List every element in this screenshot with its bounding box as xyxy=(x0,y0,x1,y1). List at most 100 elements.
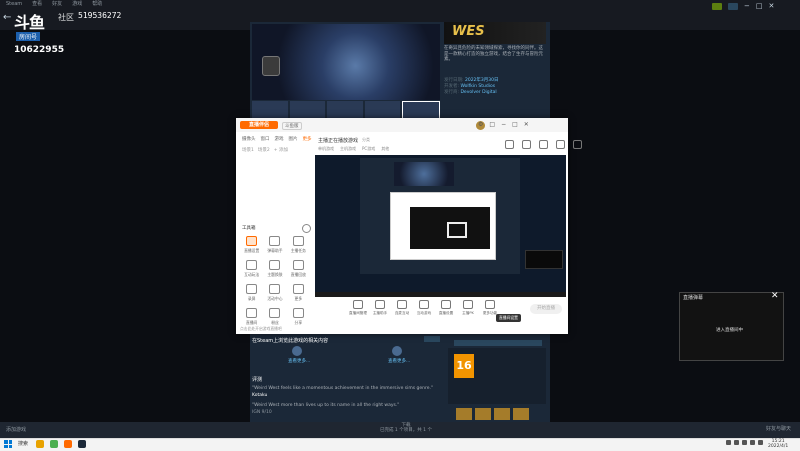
room-category[interactable]: 分类 xyxy=(362,137,370,143)
meta-value[interactable]: Wolfkin Studios xyxy=(460,84,495,89)
system-tray xyxy=(726,440,763,445)
toolbox-item[interactable]: 互动玩法 xyxy=(240,260,263,278)
volume-icon[interactable] xyxy=(750,440,755,445)
start-live-button[interactable]: 开始直播 xyxy=(530,304,562,314)
maximize-icon[interactable]: □ xyxy=(756,2,763,10)
minimize-icon[interactable]: − xyxy=(744,2,750,10)
link-icon[interactable] xyxy=(573,140,582,149)
menu-item[interactable]: 帮助 xyxy=(92,0,102,9)
gift-icon[interactable] xyxy=(505,140,514,149)
related-game-thumb[interactable] xyxy=(475,408,491,420)
review-button[interactable] xyxy=(424,336,440,342)
tray-icon[interactable] xyxy=(726,440,731,445)
notification-icon[interactable] xyxy=(712,2,722,10)
menu-item[interactable]: 好友 xyxy=(52,0,62,9)
settings-icon[interactable]: ⚙ xyxy=(478,121,483,128)
taskbar-clock[interactable]: 15:21 2022/4/1 xyxy=(768,439,788,449)
toolbox-item-icon xyxy=(246,236,258,246)
game-hero-image[interactable] xyxy=(252,24,440,100)
tray-icon[interactable] xyxy=(734,440,739,445)
help-icon[interactable] xyxy=(556,140,565,149)
preview-logo-shape xyxy=(447,222,467,238)
toolbox-item[interactable]: 录屏 xyxy=(240,284,263,302)
room-meta-item[interactable]: 主机游戏 xyxy=(340,146,356,152)
room-meta-item[interactable]: 其他 xyxy=(381,146,389,152)
workshop-icon[interactable] xyxy=(392,346,402,356)
community-label[interactable]: 社区 xyxy=(58,12,74,23)
screenshot-thumb[interactable] xyxy=(364,101,401,119)
add-game-button[interactable]: 添加游戏 xyxy=(6,426,26,433)
toolbox-item[interactable]: 弹幕助手 xyxy=(263,236,286,254)
meta-value[interactable]: Devolver Digital xyxy=(460,90,496,95)
close-icon[interactable]: ✕ xyxy=(771,291,779,301)
ime-icon[interactable] xyxy=(758,440,763,445)
toolbar-button-icon xyxy=(463,300,473,309)
screenshot-thumb-selected[interactable] xyxy=(402,101,440,119)
tab-image[interactable]: 图片 xyxy=(289,136,298,142)
file-explorer-icon[interactable] xyxy=(36,440,44,448)
toolbar-button[interactable]: 互动游戏 xyxy=(416,300,432,316)
room-meta-item[interactable]: PC游戏 xyxy=(362,146,375,152)
maximize-icon[interactable]: □ xyxy=(512,121,518,128)
version-badge[interactable]: 斗鱼版 xyxy=(282,122,302,130)
toolbox-item[interactable]: 分享 xyxy=(287,308,310,326)
settings-icon[interactable] xyxy=(539,140,548,149)
douyu-icon[interactable] xyxy=(64,440,72,448)
close-icon[interactable]: ✕ xyxy=(524,121,529,128)
toolbar-button[interactable]: 直播间管理 xyxy=(349,300,367,316)
scene-item[interactable]: 场景1 xyxy=(242,147,254,153)
toolbar-button[interactable]: 主播PK xyxy=(460,300,476,316)
tab-window[interactable]: 窗口 xyxy=(261,136,270,142)
room-title[interactable]: 主播正在播放游戏 xyxy=(318,137,358,144)
friends-chat-button[interactable]: 好友与聊天 xyxy=(766,425,791,432)
link-label[interactable]: 查看更多... xyxy=(388,358,410,364)
screenshot-thumb[interactable] xyxy=(327,101,363,119)
toolbar-button[interactable]: 连麦互动 xyxy=(394,300,410,316)
toolbox-settings-icon[interactable] xyxy=(302,224,311,233)
network-icon[interactable] xyxy=(742,440,747,445)
taskbar-search[interactable]: 搜索 xyxy=(18,440,28,447)
room-meta-item[interactable]: 单机游戏 xyxy=(318,146,334,152)
chat-header: 直播弹幕 xyxy=(683,295,704,301)
related-game-thumb[interactable] xyxy=(513,408,529,420)
scene-item[interactable]: 场景2 xyxy=(258,147,270,153)
toolbox-item[interactable]: 主播任务 xyxy=(287,236,310,254)
game-meta: 发行日期: 2022年3月30日 开发者: Wolfkin Studios 发行… xyxy=(444,78,544,96)
toolbox-item[interactable]: 直播设置 xyxy=(240,236,263,254)
close-icon[interactable]: ✕ xyxy=(769,2,775,10)
screenshot-thumb[interactable] xyxy=(252,101,288,119)
back-arrow-icon[interactable]: ← xyxy=(3,12,11,23)
menu-item[interactable]: 查看 xyxy=(32,0,42,9)
toolbar-button[interactable]: 直播设置 xyxy=(438,300,454,316)
related-game-thumb[interactable] xyxy=(456,408,472,420)
toolbox-item[interactable]: 活动中心 xyxy=(263,284,286,302)
add-scene-button[interactable]: + 添加 xyxy=(274,147,288,153)
notice-text[interactable]: 点击此处开启游戏直播吧 xyxy=(240,326,282,332)
minimize-icon[interactable]: − xyxy=(501,121,506,128)
link-label[interactable]: 查看更多... xyxy=(288,358,310,364)
related-game-thumb[interactable] xyxy=(494,408,510,420)
toolbox-item[interactable]: 主题换肤 xyxy=(263,260,286,278)
tab-camera[interactable]: 摄像头 xyxy=(242,136,256,142)
community-icon[interactable] xyxy=(292,346,302,356)
toolbar-button[interactable]: 主播助手 xyxy=(372,300,388,316)
steam-icon[interactable] xyxy=(78,440,86,448)
skin-icon[interactable]: □ xyxy=(489,121,495,128)
menu-item[interactable]: Steam xyxy=(6,0,22,9)
screenshot-thumb[interactable] xyxy=(289,101,326,119)
toolbox-item[interactable]: 直播回放 xyxy=(287,260,310,278)
toolbox-item[interactable]: 更多 xyxy=(287,284,310,302)
toolbox-item-label: 主播任务 xyxy=(290,248,306,253)
toolbox-item[interactable]: 粉丝 xyxy=(263,308,286,326)
windows-start-icon[interactable] xyxy=(4,440,12,448)
tab-game[interactable]: 游戏 xyxy=(275,136,284,142)
tab-more[interactable]: 更多 xyxy=(303,136,312,142)
menu-item[interactable]: 游戏 xyxy=(72,0,82,9)
download-status[interactable]: 下载 已完成 1 个项目，共 1 个 xyxy=(380,423,432,433)
share-icon[interactable] xyxy=(522,140,531,149)
review-quote: "Weird West feels like a momentous achie… xyxy=(252,386,434,391)
toolbox-item[interactable]: 直播间 xyxy=(240,308,263,326)
chrome-icon[interactable] xyxy=(50,440,58,448)
download-detail: 已完成 1 个项目，共 1 个 xyxy=(380,428,432,433)
friends-icon[interactable] xyxy=(728,2,738,10)
